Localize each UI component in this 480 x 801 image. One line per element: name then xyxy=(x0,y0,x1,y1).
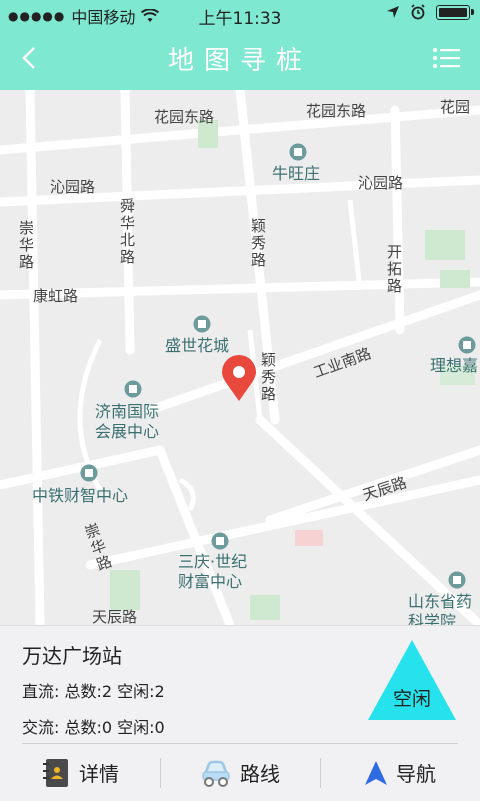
road-label: 花园东路 xyxy=(306,102,367,120)
poi-label: 盛世花城 xyxy=(165,336,230,355)
station-panel: 万达广场站 直流: 总数:2 空闲:2 交流: 总数:0 空闲:0 空闲 详情 … xyxy=(0,625,480,801)
availability-status: 空闲 xyxy=(392,688,431,710)
road-label: 沁园路 xyxy=(358,174,404,192)
building-icon xyxy=(211,532,229,550)
poi-label: 济南国际会展中心 xyxy=(95,402,160,441)
map-pin-icon[interactable] xyxy=(220,355,258,403)
map-view[interactable]: 花园东路 花园东路 花园 沁园路 沁园路 舜华北路 颖秀路 崇华路 康虹路 开拓… xyxy=(0,90,480,625)
road-label: 康虹路 xyxy=(33,287,79,305)
station-name: 万达广场站 xyxy=(22,644,122,668)
car-icon xyxy=(202,760,230,787)
navigate-button[interactable]: 导航 xyxy=(320,744,480,801)
road-label: 沁园路 xyxy=(50,178,96,196)
building-icon xyxy=(80,464,98,482)
road-label: 崇华路 xyxy=(17,220,35,271)
detail-button[interactable]: 详情 xyxy=(0,744,160,801)
navigation-arrow-icon xyxy=(365,760,387,785)
nav-bar: 地图寻桩 xyxy=(0,28,480,90)
poi-label: 理想嘉 xyxy=(430,356,479,375)
poi-label: 山东省药科学院 xyxy=(408,592,473,625)
building-icon xyxy=(289,143,307,161)
alarm-icon xyxy=(411,4,425,20)
detail-label: 详情 xyxy=(79,762,119,786)
road-label: 天辰路 xyxy=(92,608,138,625)
action-bar: 详情 路线 导航 xyxy=(0,744,480,801)
status-bar: ●●●●● 中国移动 上午11:33 xyxy=(0,0,480,29)
road-label: 舜华北路 xyxy=(118,198,136,266)
notebook-icon xyxy=(43,758,68,787)
building-icon xyxy=(193,315,211,333)
road-label: 颖秀路 xyxy=(249,218,267,269)
ac-charger-info: 交流: 总数:0 空闲:0 xyxy=(22,718,165,737)
navigate-label: 导航 xyxy=(396,762,436,786)
page-title: 地图寻桩 xyxy=(167,46,312,76)
route-label: 路线 xyxy=(240,762,280,786)
building-icon xyxy=(448,571,466,589)
building-icon xyxy=(458,336,476,354)
poi-label: 牛旺庄 xyxy=(272,164,321,183)
route-button[interactable]: 路线 xyxy=(160,744,320,801)
list-menu-icon[interactable] xyxy=(432,46,460,70)
battery-icon xyxy=(436,4,474,20)
poi-label: 三庆·世纪财富中心 xyxy=(178,552,248,591)
dc-charger-info: 直流: 总数:2 空闲:2 xyxy=(22,682,165,701)
road-label: 开拓路 xyxy=(385,244,403,295)
poi-label: 中铁财智中心 xyxy=(32,486,129,505)
building-icon xyxy=(124,380,142,398)
road-label: 颖秀路 xyxy=(259,352,277,403)
location-arrow-icon xyxy=(387,6,399,18)
road-label: 花园东路 xyxy=(154,108,215,126)
road-label: 花园 xyxy=(440,98,471,116)
